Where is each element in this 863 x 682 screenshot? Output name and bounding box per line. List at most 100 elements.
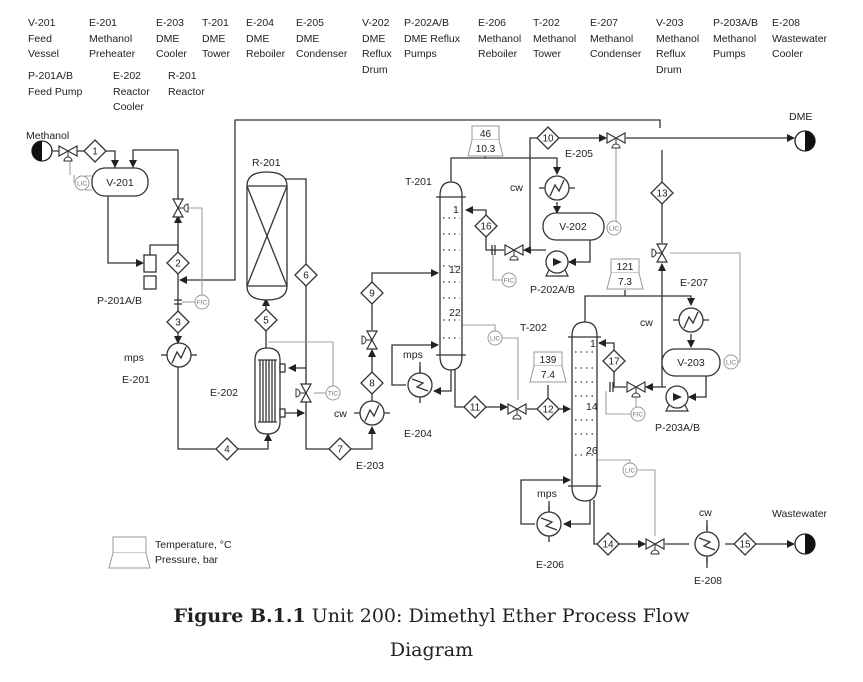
stream-7: 7 (328, 437, 352, 461)
stream-8: 8 (360, 371, 384, 395)
cw-label: cw (510, 182, 523, 194)
pump-p203[interactable] (665, 385, 689, 412)
svg-text:12: 12 (542, 405, 554, 416)
heat-exchanger-e203[interactable] (353, 400, 391, 426)
reboiler-e206[interactable] (536, 505, 562, 543)
fic-label: FIC (633, 412, 644, 419)
valve-stream-9[interactable] (361, 330, 378, 350)
t201-tray-1: 1 (453, 204, 459, 216)
figure-caption-line2: Diagram (0, 639, 863, 661)
wastewater-cooler-e208[interactable] (694, 525, 720, 563)
condenser-e207[interactable] (672, 307, 710, 333)
reactor-cooler-e202[interactable] (254, 347, 286, 435)
tic: TIC (325, 385, 341, 401)
figure-title-continued: Diagram (389, 639, 474, 661)
lic-v202: LIC (606, 220, 622, 236)
figure-label: Figure B.1.1 (173, 605, 306, 627)
column-t201[interactable] (436, 181, 466, 371)
svg-text:13: 13 (656, 189, 668, 200)
fic-t201: FIC (501, 272, 517, 288)
t202-tray-14: 14 (586, 401, 598, 413)
svg-text:16: 16 (480, 222, 492, 233)
process-flow-diagram: Methanol DME Wastewater V-201 LIC P-201A… (26, 111, 828, 587)
reboiler-e204[interactable] (407, 366, 433, 404)
mps-label: mps (537, 488, 557, 500)
lic-v201: LIC (74, 175, 90, 191)
reflux-drum-v202[interactable]: V-202 (542, 212, 605, 241)
reflux-drum-v203[interactable]: V-203 (661, 348, 721, 377)
methanol-feed-valve[interactable] (58, 145, 78, 162)
lic-label: LIC (609, 226, 619, 233)
e203-label: E-203 (356, 460, 384, 472)
svg-text:7: 7 (337, 445, 343, 456)
v202-label: V-202 (559, 221, 587, 233)
stream-2: 2 (166, 251, 190, 275)
tp-box-stream-12: 139 7.4 (529, 351, 567, 383)
svg-text:3: 3 (175, 318, 181, 329)
legend-temperature: Temperature, °C (155, 539, 232, 551)
lic-t202: LIC (622, 462, 638, 478)
lic-label: LIC (625, 468, 635, 475)
stream-10: 10 (536, 126, 560, 150)
e206-label: E-206 (536, 559, 564, 571)
condenser-e205[interactable] (538, 175, 576, 201)
stream-12: 12 (536, 397, 560, 421)
svg-text:4: 4 (224, 445, 230, 456)
v203-label: V-203 (677, 357, 705, 369)
svg-text:17: 17 (608, 357, 620, 368)
stream-11: 11 (463, 395, 487, 419)
wastewater-sink-icon (794, 533, 816, 555)
valve-stream-13[interactable] (651, 243, 668, 263)
stream-9: 9 (360, 281, 384, 305)
fic-p201: FIC (194, 294, 210, 310)
heat-exchanger-e201[interactable] (160, 342, 198, 368)
dme-product-valve[interactable] (606, 132, 626, 149)
e205-label: E-205 (565, 148, 593, 160)
methanol-feed-label: Methanol (26, 130, 69, 142)
orifice-icon (609, 382, 614, 392)
stream-17: 17 (602, 349, 626, 373)
vessel-v201[interactable]: V-201 (91, 167, 149, 197)
cw-label: cw (334, 408, 347, 420)
temperature-value: 46 (480, 129, 492, 140)
fic-label: FIC (197, 300, 208, 307)
reflux-valve-t202[interactable] (626, 381, 646, 398)
stream-15: 15 (733, 532, 757, 556)
stream-3: 3 (166, 310, 190, 334)
stream-4: 4 (215, 437, 239, 461)
valve-stream-14[interactable] (645, 538, 665, 555)
svg-text:6: 6 (303, 271, 309, 282)
reflux-valve-t201[interactable] (504, 244, 524, 261)
mps-label: mps (403, 349, 423, 361)
temperature-value: 121 (617, 262, 634, 273)
dme-product-label: DME (789, 111, 812, 123)
figure-caption: Figure B.1.1 Unit 200: Dimethyl Ether Pr… (0, 605, 863, 627)
legend-pressure: Pressure, bar (155, 554, 219, 566)
e204-label: E-204 (404, 428, 432, 440)
control-valve-tic[interactable] (295, 383, 312, 403)
e202-label: E-202 (210, 387, 238, 399)
t201-tray-22: 22 (449, 307, 461, 319)
lic-label: LIC (726, 360, 736, 367)
pump-p202[interactable] (545, 250, 569, 277)
recycle-flow-valve[interactable] (172, 198, 189, 218)
pump-p201[interactable] (143, 254, 157, 290)
t202-tray-1: 1 (590, 338, 596, 350)
pressure-value: 7.3 (618, 277, 632, 288)
svg-text:5: 5 (263, 316, 269, 327)
t202-tray-26: 26 (586, 445, 598, 457)
valve-stream-11[interactable] (507, 403, 527, 420)
t201-label: T-201 (405, 176, 432, 188)
cw-label: cw (699, 507, 712, 519)
r201-label: R-201 (252, 157, 281, 169)
methanol-source-icon (31, 140, 53, 162)
temperature-value: 139 (540, 355, 557, 366)
reactor-r201[interactable] (246, 171, 288, 301)
stream-5: 5 (254, 308, 278, 332)
svg-text:2: 2 (175, 259, 181, 270)
v201-label: V-201 (106, 177, 134, 189)
pressure-value: 7.4 (541, 370, 555, 381)
tp-box-t202-overhead: 121 7.3 (606, 258, 644, 290)
stream-16: 16 (474, 214, 498, 238)
e208-label: E-208 (694, 575, 722, 587)
